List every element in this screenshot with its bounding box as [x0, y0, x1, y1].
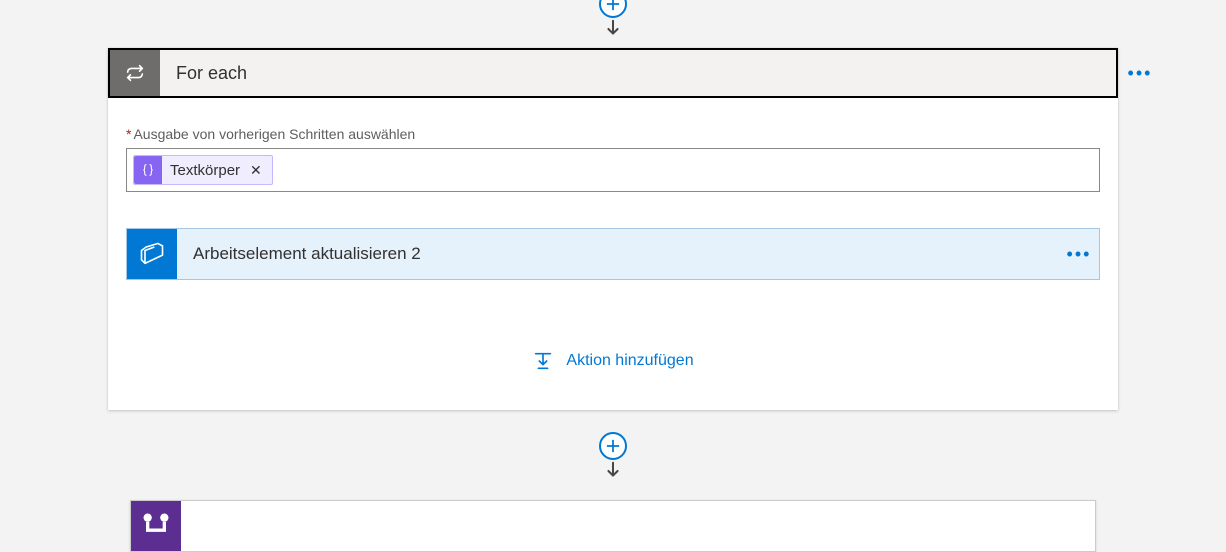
azure-devops-icon	[127, 229, 177, 279]
next-action-card[interactable]	[130, 500, 1096, 552]
input-label-text: Ausgabe von vorherigen Schritten auswähl…	[133, 126, 415, 142]
ellipsis-icon: •••	[1128, 64, 1153, 82]
for-each-menu-button[interactable]: •••	[1124, 58, 1156, 88]
plus-icon	[606, 0, 620, 11]
token-remove-button[interactable]: ✕	[248, 162, 264, 179]
for-each-header[interactable]: For each	[108, 48, 1118, 98]
previous-output-input[interactable]: Textkörper ✕	[126, 148, 1100, 192]
plus-icon	[606, 439, 620, 453]
arrow-down-icon	[602, 460, 624, 482]
dynamic-content-icon	[134, 156, 162, 184]
token-textkoerper[interactable]: Textkörper ✕	[133, 155, 273, 185]
connector-before-foreach	[599, 0, 627, 40]
add-action-label: Aktion hinzufügen	[566, 352, 693, 370]
inner-action-menu-button[interactable]: •••	[1059, 245, 1099, 263]
arrow-down-icon	[602, 18, 624, 40]
add-step-button-top[interactable]	[599, 0, 627, 18]
for-each-card: ••• For each *Ausgabe von vorherigen Sch…	[108, 48, 1118, 410]
ellipsis-icon: •••	[1067, 244, 1092, 264]
add-action-button[interactable]: Aktion hinzufügen	[126, 350, 1100, 372]
input-label: *Ausgabe von vorherigen Schritten auswäh…	[126, 126, 1100, 142]
required-asterisk: *	[126, 126, 131, 142]
insert-action-icon	[532, 350, 554, 372]
loop-icon	[110, 50, 160, 96]
inner-action-card[interactable]: Arbeitselement aktualisieren 2 •••	[126, 228, 1100, 280]
token-label: Textkörper	[170, 162, 240, 179]
next-action-icon	[131, 501, 181, 551]
add-step-button-below[interactable]	[599, 432, 627, 460]
inner-action-title: Arbeitselement aktualisieren 2	[177, 244, 1059, 264]
connector-after-foreach	[599, 432, 627, 482]
for-each-title: For each	[160, 50, 1116, 96]
